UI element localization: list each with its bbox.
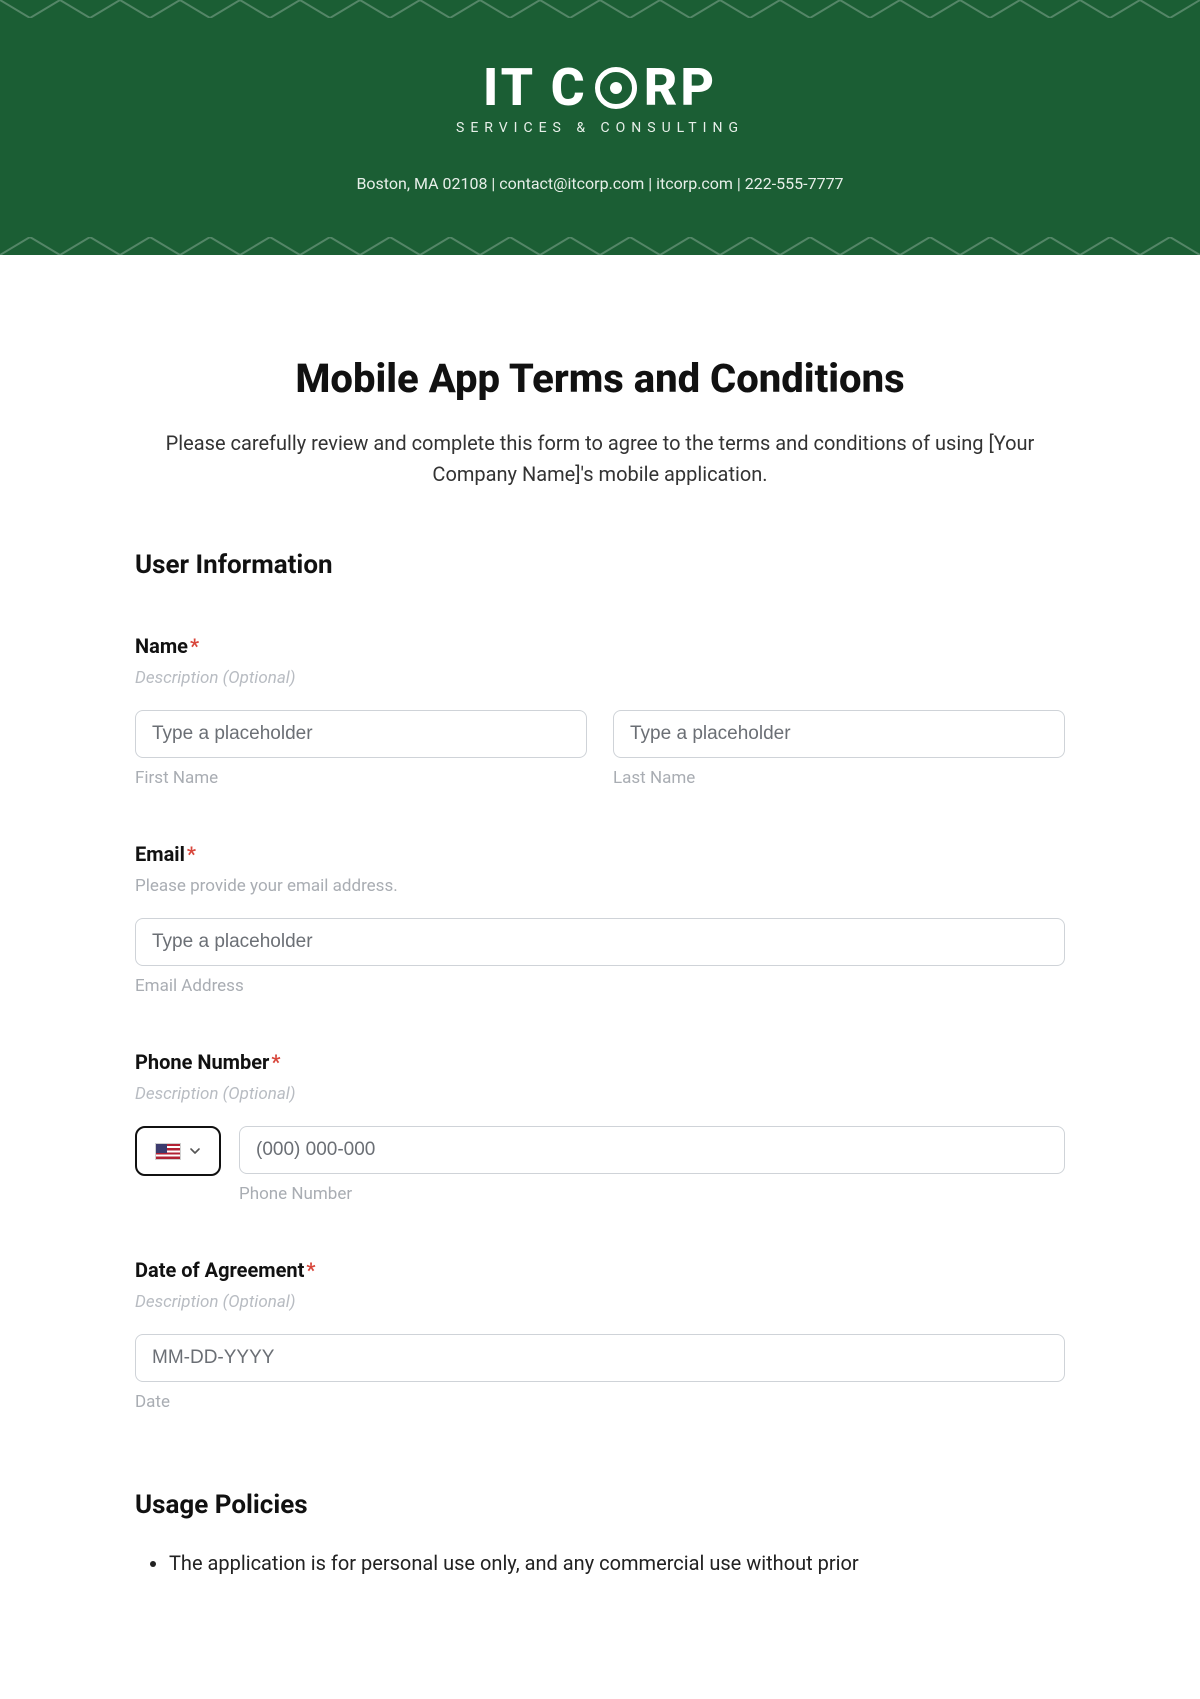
brand-logo-right: RP xyxy=(644,62,717,114)
email-label: Email* xyxy=(135,842,1065,866)
header-pattern-bottom xyxy=(0,237,1200,255)
field-email: Email* Please provide your email address… xyxy=(135,842,1065,996)
last-name-input[interactable] xyxy=(613,710,1065,758)
date-label: Date of Agreement* xyxy=(135,1258,1065,1282)
date-label-text: Date of Agreement xyxy=(135,1258,304,1282)
page-header: IT C RP SERVICES & CONSULTING Boston, MA… xyxy=(0,0,1200,255)
section-usage-policies: Usage Policies xyxy=(135,1490,1065,1520)
header-pattern-top xyxy=(0,0,1200,18)
date-sublabel: Date xyxy=(135,1392,1065,1412)
phone-label-text: Phone Number xyxy=(135,1050,269,1074)
email-description: Please provide your email address. xyxy=(135,876,1065,896)
brand-logo-o-icon xyxy=(595,67,637,109)
section-user-information: User Information xyxy=(135,550,1065,580)
name-label-text: Name xyxy=(135,634,188,658)
last-name-sublabel: Last Name xyxy=(613,768,1065,788)
country-code-selector[interactable] xyxy=(135,1126,221,1176)
required-asterisk: * xyxy=(271,1050,280,1074)
first-name-input[interactable] xyxy=(135,710,587,758)
brand-tagline: SERVICES & CONSULTING xyxy=(0,120,1200,136)
phone-description: Description (Optional) xyxy=(135,1084,1065,1104)
first-name-sublabel: First Name xyxy=(135,768,587,788)
required-asterisk: * xyxy=(306,1258,315,1282)
page-title: Mobile App Terms and Conditions xyxy=(135,355,1065,402)
required-asterisk: * xyxy=(190,634,199,658)
required-asterisk: * xyxy=(187,842,196,866)
brand-logo: IT C RP xyxy=(483,62,717,114)
name-label: Name* xyxy=(135,634,1065,658)
chevron-down-icon xyxy=(189,1145,201,1157)
page-intro: Please carefully review and complete thi… xyxy=(160,428,1040,490)
date-description: Description (Optional) xyxy=(135,1292,1065,1312)
us-flag-icon xyxy=(155,1143,181,1160)
field-phone: Phone Number* Description (Optional) Pho… xyxy=(135,1050,1065,1204)
email-input[interactable] xyxy=(135,918,1065,966)
header-contact-line: Boston, MA 02108 | contact@itcorp.com | … xyxy=(0,174,1200,193)
email-label-text: Email xyxy=(135,842,185,866)
email-sublabel: Email Address xyxy=(135,976,1065,996)
field-date: Date of Agreement* Description (Optional… xyxy=(135,1258,1065,1412)
date-input[interactable] xyxy=(135,1334,1065,1382)
phone-number-input[interactable] xyxy=(239,1126,1065,1174)
brand-logo-left: IT C xyxy=(483,62,588,114)
phone-sublabel: Phone Number xyxy=(239,1184,1065,1204)
phone-label: Phone Number* xyxy=(135,1050,1065,1074)
name-description: Description (Optional) xyxy=(135,668,1065,688)
usage-policy-item: The application is for personal use only… xyxy=(169,1548,1065,1578)
usage-policies-list: The application is for personal use only… xyxy=(135,1548,1065,1578)
field-name: Name* Description (Optional) First Name … xyxy=(135,634,1065,788)
